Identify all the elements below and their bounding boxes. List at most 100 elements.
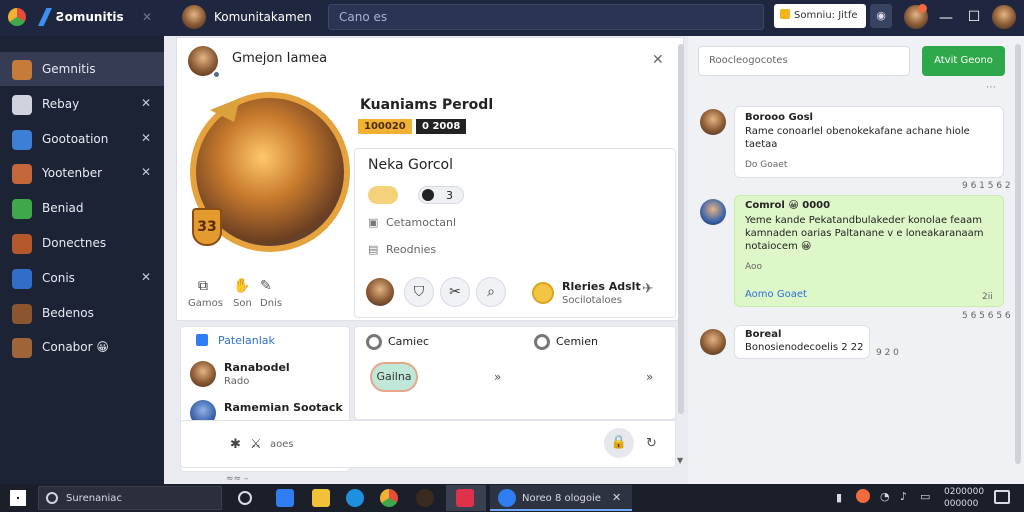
record-button[interactable]: ◉ [870,4,892,28]
sidebar-item-8[interactable]: Bedenos [0,296,164,330]
sidebar-item-label: Gootoation [42,131,109,146]
radio-icon-1[interactable] [366,334,382,350]
rank-badge: 0 2008 [416,119,467,134]
minimize-icon[interactable]: — [936,10,956,26]
close-card-icon[interactable]: ✕ [652,52,664,68]
friend-avatar-1[interactable] [190,361,216,387]
tray-app-icon[interactable] [856,489,870,503]
expand-icon-2[interactable]: » [646,370,653,384]
app-window-icon [498,489,516,507]
message-2-text: Yeme kande Pekatandbulakeder konolae fea… [745,215,984,252]
chat-avatar-3[interactable] [700,329,726,355]
close-icon[interactable]: ✕ [141,131,151,145]
close-icon[interactable]: ✕ [141,270,151,284]
sidebar-item-5[interactable]: Beniad [0,191,164,225]
character-icon [12,164,32,185]
blue-game-icon [12,268,32,289]
hands-icon[interactable]: ✋ [233,278,250,294]
sidebar-item-1[interactable]: Gemnitis [0,52,164,86]
game-icon [12,129,32,150]
friend-name-1[interactable]: Ranabodel [224,361,290,374]
task-view-icon[interactable] [238,491,252,505]
sidebar-item-7[interactable]: Conis ✕ [0,261,164,295]
close-icon[interactable]: ✕ [141,96,151,110]
close-tab-icon[interactable]: ✕ [142,10,152,24]
detail-row-1: Cetamoctanl [386,216,457,229]
sidebar-item-3[interactable]: Gootoation ✕ [0,122,164,156]
more-icon[interactable]: ⋯ [986,82,996,93]
pin-icon[interactable]: ✕ [612,491,621,504]
clock-date[interactable]: 000000 [944,499,978,509]
lock-button[interactable]: 🔒 [604,428,634,458]
battery-icon[interactable]: ▭ [920,490,930,503]
search-input[interactable]: Cano es [328,4,764,30]
send-button[interactable]: Atvit Geono [922,46,1005,76]
app-logo-icon [8,8,26,26]
gear-icon[interactable]: ✱ [230,437,241,452]
taskbar-search-text: Surenaniac [66,493,122,504]
sword-icon[interactable]: ⚔ [250,437,262,452]
search-icon[interactable]: ⌕ [476,277,506,307]
photos-icon[interactable] [276,489,294,507]
game-col2: Cemien [556,335,598,348]
message-3-sender: Boreal [745,329,782,340]
main-scrollbar[interactable] [678,44,684,414]
token-icon [422,189,434,201]
start-icon[interactable] [10,490,26,506]
friend-sub-1: Rado [224,376,250,387]
volume-icon[interactable]: ♪ [900,490,907,503]
network-icon[interactable]: ▮ [836,491,842,504]
profile-avatar[interactable] [182,5,206,29]
sidebar-item-6[interactable]: Donectnes [0,226,164,260]
message-1-footer: Do Goaet [745,160,788,170]
edge-icon[interactable] [346,489,364,507]
profile-header-name: Gmejon Iamea [232,51,328,66]
shield-icon[interactable]: ⛉ [404,277,434,307]
gailna-chip[interactable]: Gailna [370,362,418,392]
friend-name-2[interactable]: Ramemian Sootack [224,401,343,414]
games-icon[interactable]: ⧉ [198,278,208,294]
avatar-icon [12,60,32,80]
sidebar-item-label: Rebay [42,96,80,111]
edit-icon[interactable]: ✎ [260,278,272,294]
chrome-icon[interactable] [380,489,398,507]
status-pill[interactable]: Somniu: Jitfe [774,4,866,28]
app-title: Ƨomunitis [56,10,124,24]
sidebar-item-2[interactable]: Rebay ✕ [0,87,164,121]
message-2-subfooter: Aoo [745,262,763,272]
coin-count: 3 [446,189,453,202]
tools-icon[interactable]: ✂ [440,277,470,307]
refresh-icon[interactable]: ↻ [646,436,657,451]
notifications-icon[interactable] [994,490,1010,504]
message-3-time: 9 2 0 [876,348,899,358]
chat-avatar-1[interactable] [700,109,726,135]
account-avatar[interactable] [992,5,1016,29]
friends-icon [196,334,208,346]
game-icon[interactable] [416,489,434,507]
expand-icon-1[interactable]: » [494,370,501,384]
wifi-icon[interactable]: ◔ [880,490,890,503]
scroll-down-icon[interactable]: ▼ [677,456,683,465]
chat-avatar-2[interactable] [700,199,726,225]
folder-icon[interactable] [312,489,330,507]
lock-icon [780,9,790,19]
chat-input[interactable]: Roocleogocotes [698,46,910,76]
chat-scrollbar[interactable] [1015,44,1021,464]
sidebar-item-4[interactable]: Yootenber ✕ [0,156,164,190]
sidebar: Gemnitis Rebay ✕ Gootoation ✕ Yootenber ✕ Benia… [0,36,164,484]
medal-icon [532,282,554,304]
clock-time[interactable]: 0200000 [944,487,984,497]
sidebar-item-label: Gemnitis [42,62,96,76]
coin-icon [368,186,398,204]
message-2-meta: 2ii [982,292,993,302]
share-icon[interactable]: ✈ [642,281,654,297]
brand-icon [38,8,52,26]
sidebar-item-9[interactable]: Conabor 😀 [0,330,164,364]
close-icon[interactable]: ✕ [141,165,151,179]
maximize-icon[interactable]: ☐ [964,9,984,25]
profile-name: Komunitakamen [214,10,312,24]
friend-avatar[interactable] [366,278,394,306]
message-2-link[interactable]: Aomo Goaet [745,289,807,300]
radio-icon-2[interactable] [534,334,550,350]
active-window-title: Noreo 8 ologoie [522,493,601,504]
